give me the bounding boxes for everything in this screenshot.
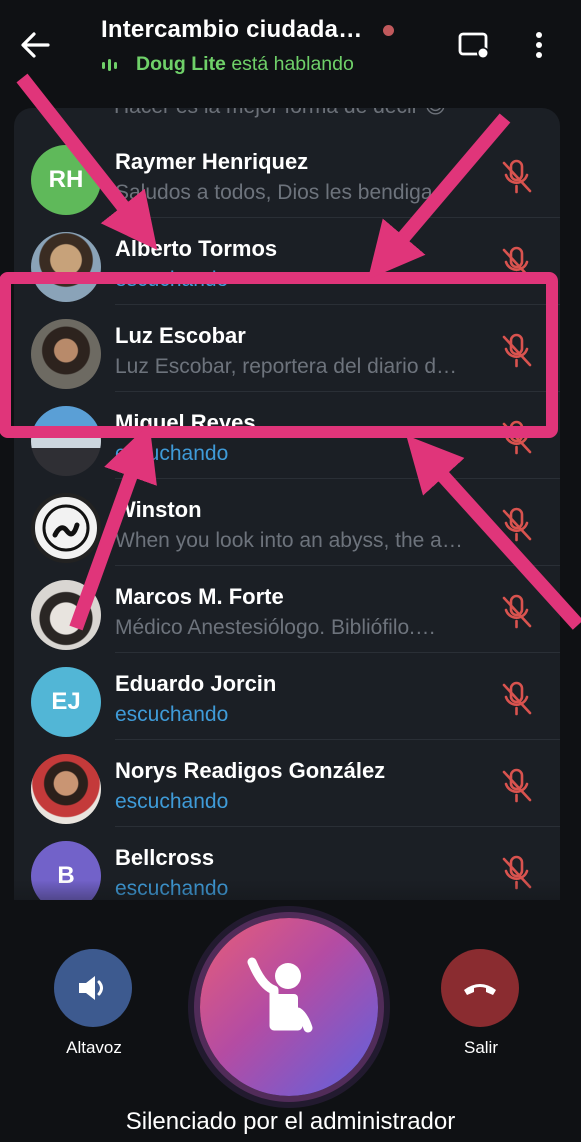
participant-row[interactable]: Luz Escobar Luz Escobar, reportera del d… [14, 305, 560, 392]
avatar [31, 580, 101, 650]
participants-list[interactable]: Hacer es la mejor forma de decir 😊 RH Ra… [14, 108, 560, 938]
avatar [31, 406, 101, 476]
speaker-button[interactable] [54, 949, 132, 1027]
mic-off-icon [502, 681, 532, 716]
participant-status: Médico Anestesiólogo. Bibliófilo.… [115, 616, 437, 639]
speaker-label: Altavoz [66, 1038, 122, 1057]
participant-name: Miguel Reyes [115, 410, 256, 435]
participant-row[interactable]: RH Raymer Henriquez Saludos a todos, Dio… [14, 131, 560, 218]
participant-row[interactable]: Winston When you look into an abyss, the… [14, 479, 560, 566]
muted-caption: Silenciado por el administrador [125, 1108, 456, 1135]
mic-off-icon [502, 594, 532, 629]
leave-button[interactable] [441, 949, 519, 1027]
participant-name: Alberto Tormos [115, 236, 278, 261]
leave-label: Salir [463, 1038, 498, 1057]
participant-name: Raymer Henriquez [115, 149, 309, 174]
participant-status: escuchando [115, 703, 229, 726]
chat-title[interactable]: Intercambio ciudada… [101, 16, 362, 44]
mic-off-icon [502, 246, 532, 281]
participant-name: Bellcross [115, 845, 215, 870]
participant-name: Luz Escobar [115, 323, 246, 348]
more-icon[interactable] [535, 31, 543, 59]
peek-text: Hacer es la mejor forma de decir 😊 [114, 108, 446, 119]
participant-row[interactable]: EJ Eduardo Jorcin escuchando [14, 653, 560, 740]
participant-name: Norys Readigos González [115, 758, 386, 783]
speaking-name: Doug Lite [136, 53, 226, 75]
avatar-initials: EJ [51, 688, 81, 715]
raise-hand-icon [247, 957, 313, 1033]
snake-badge-icon [42, 504, 90, 552]
recording-dot [383, 25, 394, 36]
mic-off-icon [502, 333, 532, 368]
call-header: Intercambio ciudada… Doug Lite está habl… [0, 0, 581, 92]
participant-name: Marcos M. Forte [115, 584, 284, 609]
participant-row[interactable]: Norys Readigos González escuchando [14, 740, 560, 827]
avatar: RH [31, 145, 101, 215]
participant-row[interactable]: Miguel Reyes escuchando [14, 392, 560, 479]
mic-off-icon [502, 159, 532, 194]
participant-status: escuchando [115, 790, 229, 813]
participant-row[interactable]: Marcos M. Forte Médico Anestesiólogo. Bi… [14, 566, 560, 653]
participant-status: escuchando [115, 268, 229, 291]
speaker-icon [79, 976, 103, 1000]
avatar [31, 754, 101, 824]
avatar: EJ [31, 667, 101, 737]
participant-status: escuchando [115, 442, 229, 465]
participant-status: Saludos a todos, Dios les bendiga. [115, 181, 439, 204]
participant-row[interactable]: Alberto Tormos escuchando [14, 218, 560, 305]
avatar [31, 232, 101, 302]
avatar [31, 493, 101, 563]
speaking-status: Doug Lite está hablando [136, 53, 354, 76]
back-arrow-icon[interactable] [18, 28, 52, 62]
speaking-wave-icon [102, 59, 117, 71]
participant-status: When you look into an abyss, the a… [115, 529, 463, 552]
participant-name: Winston [115, 497, 202, 522]
mic-off-icon [502, 420, 532, 455]
avatar [31, 319, 101, 389]
mic-off-icon [502, 507, 532, 542]
screen-share-icon[interactable] [458, 32, 492, 60]
participant-name: Eduardo Jorcin [115, 671, 277, 696]
speaking-suffix: está hablando [225, 53, 354, 75]
raise-hand-button[interactable] [200, 918, 378, 1096]
participant-status: Luz Escobar, reportera del diario d… [115, 355, 458, 378]
hang-up-icon [464, 984, 496, 995]
mic-off-icon [502, 768, 532, 803]
avatar-initials: RH [48, 166, 84, 193]
